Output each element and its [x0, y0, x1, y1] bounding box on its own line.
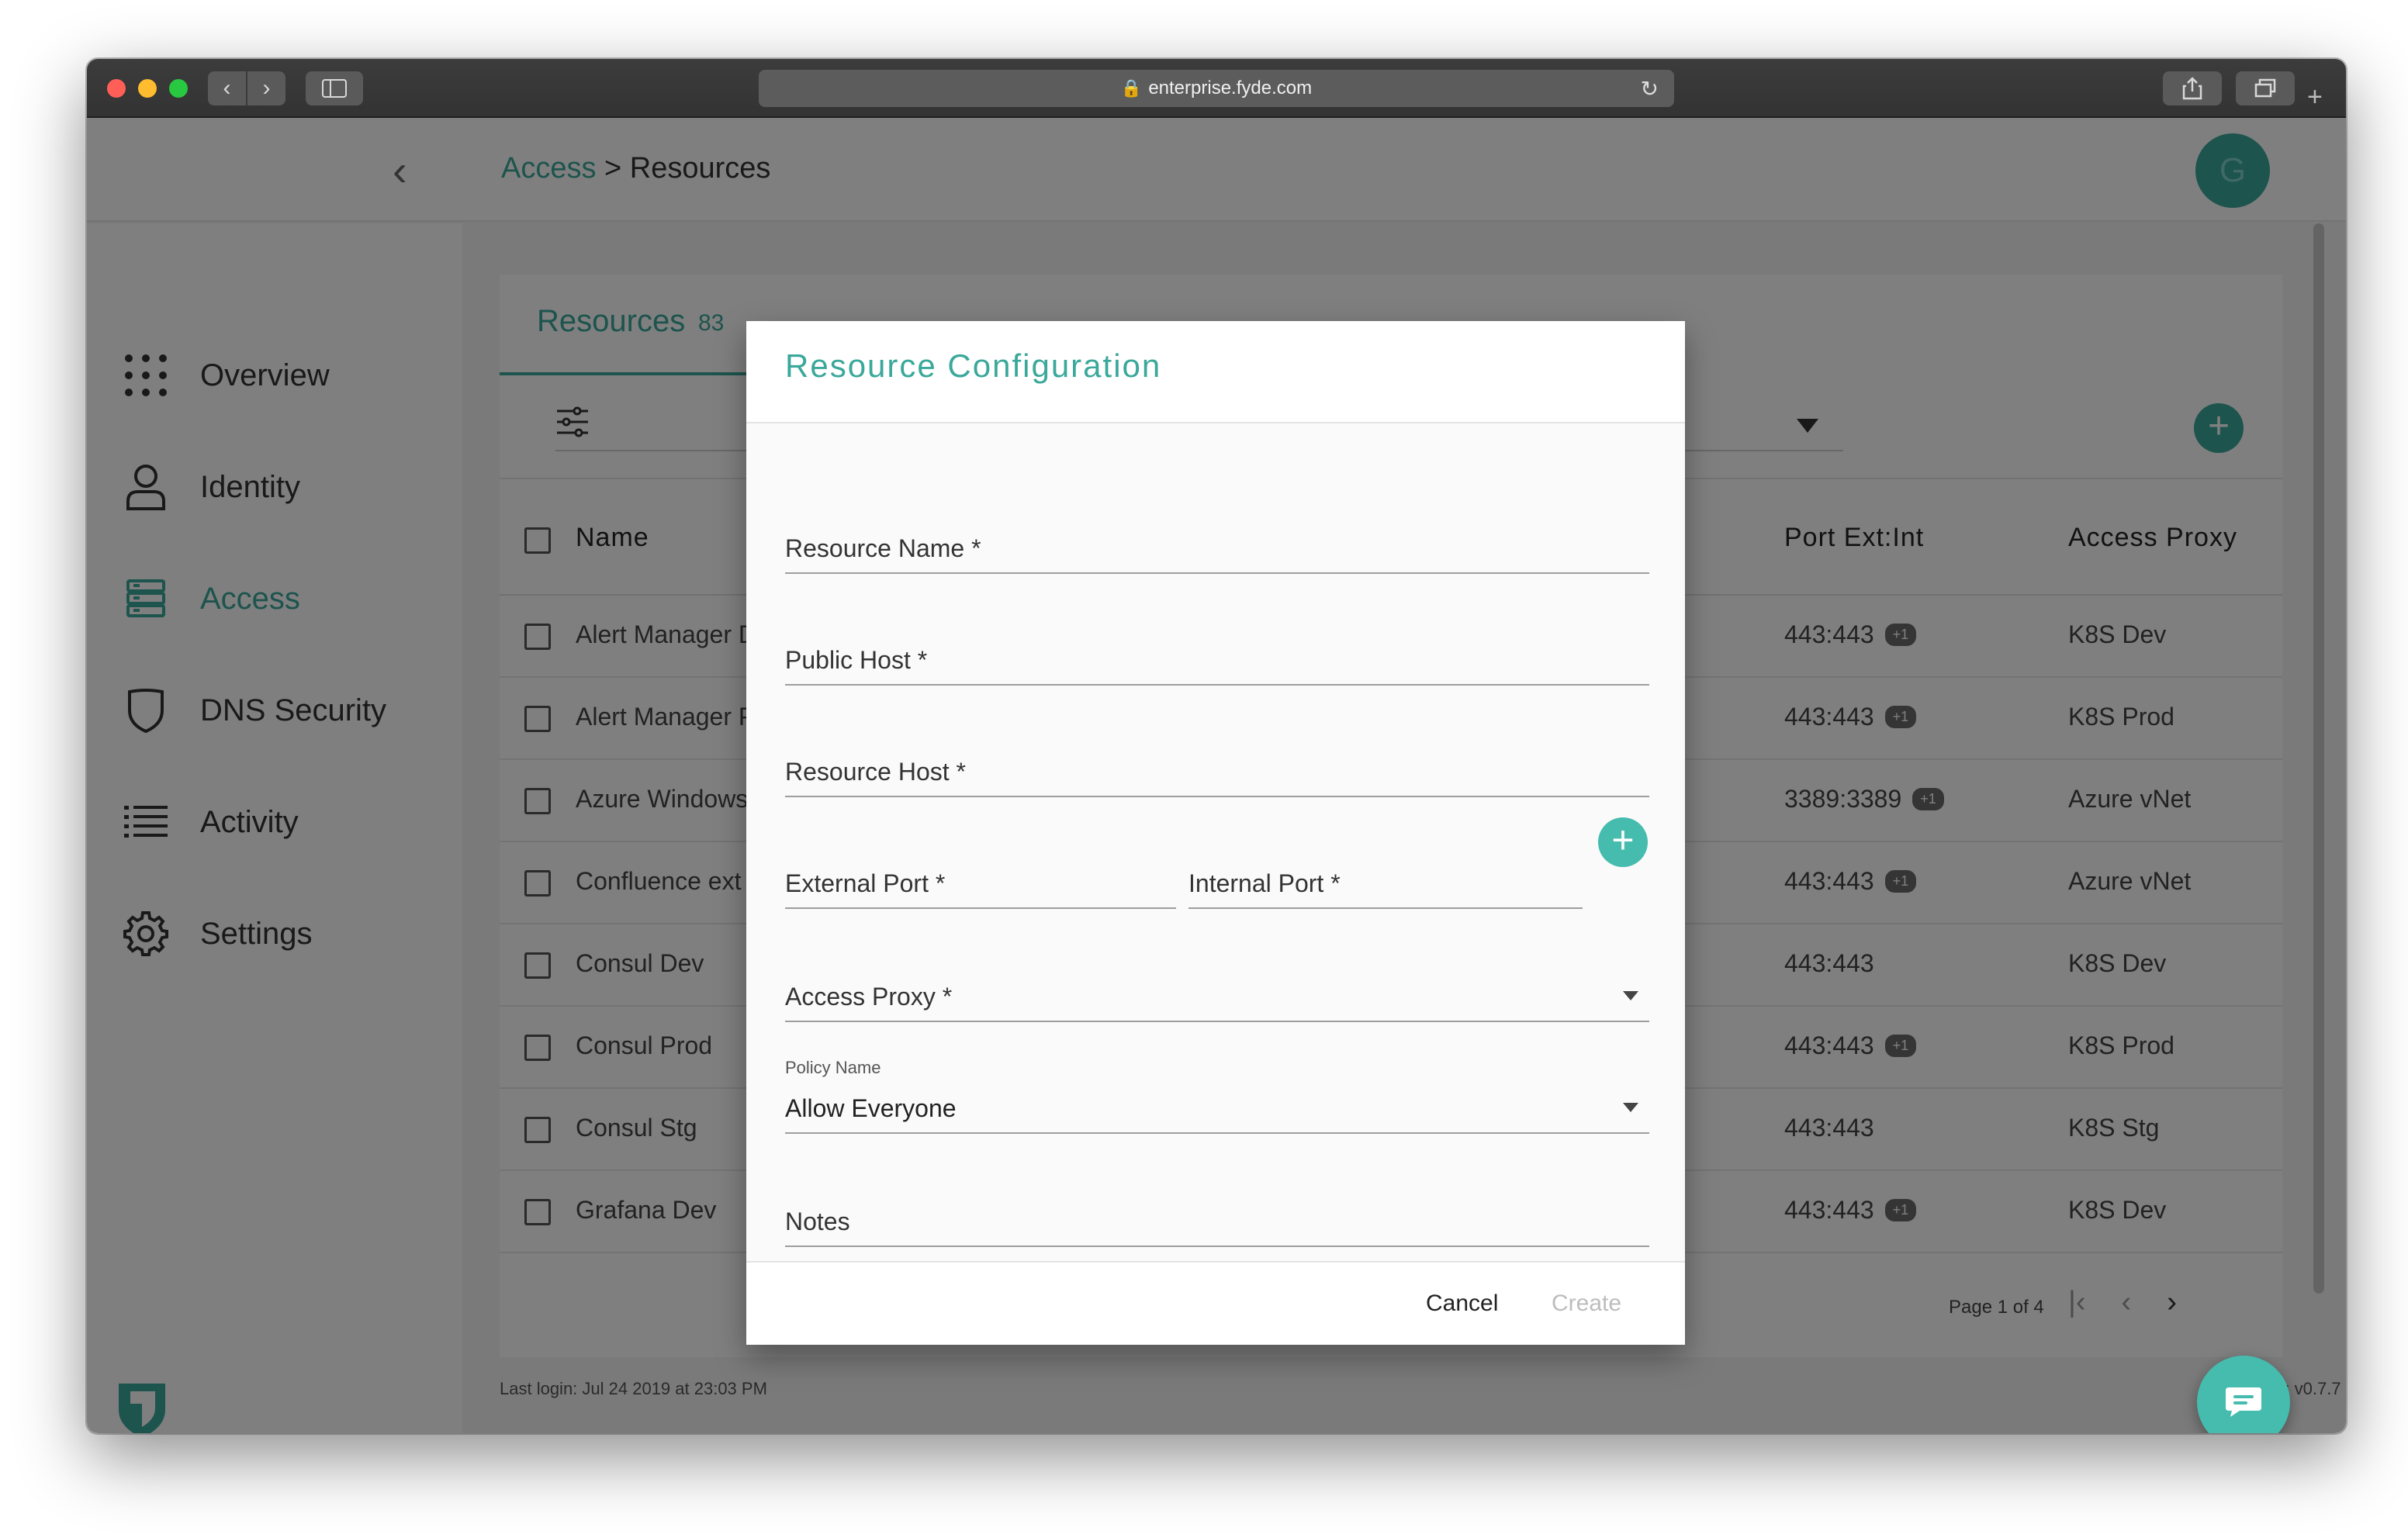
minimize-window-button[interactable] — [138, 79, 157, 98]
browser-back-button[interactable]: ‹ — [208, 71, 247, 105]
public-host-field[interactable]: Public Host * — [785, 631, 1649, 686]
add-port-button[interactable]: + — [1598, 817, 1648, 867]
lock-icon: 🔒 — [1120, 78, 1143, 98]
field-label: Access Proxy * — [785, 983, 953, 1011]
app-root: ‹ Access > Resources G Overview — [87, 118, 2346, 1433]
share-icon — [2182, 77, 2202, 100]
reload-icon[interactable]: ↻ — [1641, 76, 1659, 102]
url-text: enterprise.fyde.com — [1148, 78, 1313, 98]
history-nav: ‹ › — [208, 71, 285, 105]
share-button[interactable] — [2163, 71, 2222, 105]
new-tab-button[interactable]: + — [2307, 84, 2323, 110]
tabs-icon — [2254, 78, 2276, 98]
field-label: Notes — [785, 1208, 850, 1235]
policy-value: Allow Everyone — [785, 1094, 957, 1122]
browser-forward-button[interactable]: › — [247, 71, 285, 105]
tab-overview-button[interactable] — [2236, 71, 2295, 105]
dialog-header: Resource Configuration — [746, 321, 1685, 423]
external-port-field[interactable]: External Port * — [785, 855, 1176, 909]
zoom-window-button[interactable] — [169, 79, 188, 98]
policy-name-select[interactable]: Policy Name Allow Everyone — [785, 1058, 1649, 1134]
resource-name-field[interactable]: Resource Name * — [785, 520, 1649, 574]
sidebar-toggle-button[interactable] — [306, 71, 363, 105]
cancel-button[interactable]: Cancel — [1426, 1290, 1498, 1317]
access-proxy-select[interactable]: Access Proxy * — [785, 968, 1649, 1022]
internal-port-field[interactable]: Internal Port * — [1188, 855, 1583, 909]
browser-window: ‹ › 🔒 enterprise.fyde.com ↻ + Resource C… — [87, 59, 2346, 1433]
chevron-down-icon — [1623, 1103, 1638, 1112]
field-label: Policy Name — [785, 1058, 881, 1077]
field-label: Resource Host * — [785, 758, 966, 786]
dialog-footer: Cancel Create — [746, 1261, 1685, 1345]
field-label: Resource Name * — [785, 534, 981, 562]
chevron-down-icon — [1623, 991, 1638, 1000]
sidebar-icon — [322, 79, 347, 98]
field-label: Public Host * — [785, 646, 928, 674]
address-bar[interactable]: 🔒 enterprise.fyde.com ↻ — [759, 70, 1674, 107]
chat-bubble-icon — [2226, 1387, 2261, 1417]
close-window-button[interactable] — [107, 79, 126, 98]
dialog-title: Resource Configuration — [785, 347, 1162, 384]
notes-field[interactable]: Notes — [785, 1193, 1649, 1247]
resource-host-field[interactable]: Resource Host * — [785, 743, 1649, 797]
resource-configuration-dialog: Resource Configuration Resource Name * P… — [746, 321, 1685, 1345]
field-label: Internal Port * — [1188, 869, 1341, 897]
browser-toolbar: ‹ › 🔒 enterprise.fyde.com ↻ + — [87, 59, 2346, 118]
field-label: External Port * — [785, 869, 946, 897]
create-button[interactable]: Create — [1552, 1290, 1621, 1317]
